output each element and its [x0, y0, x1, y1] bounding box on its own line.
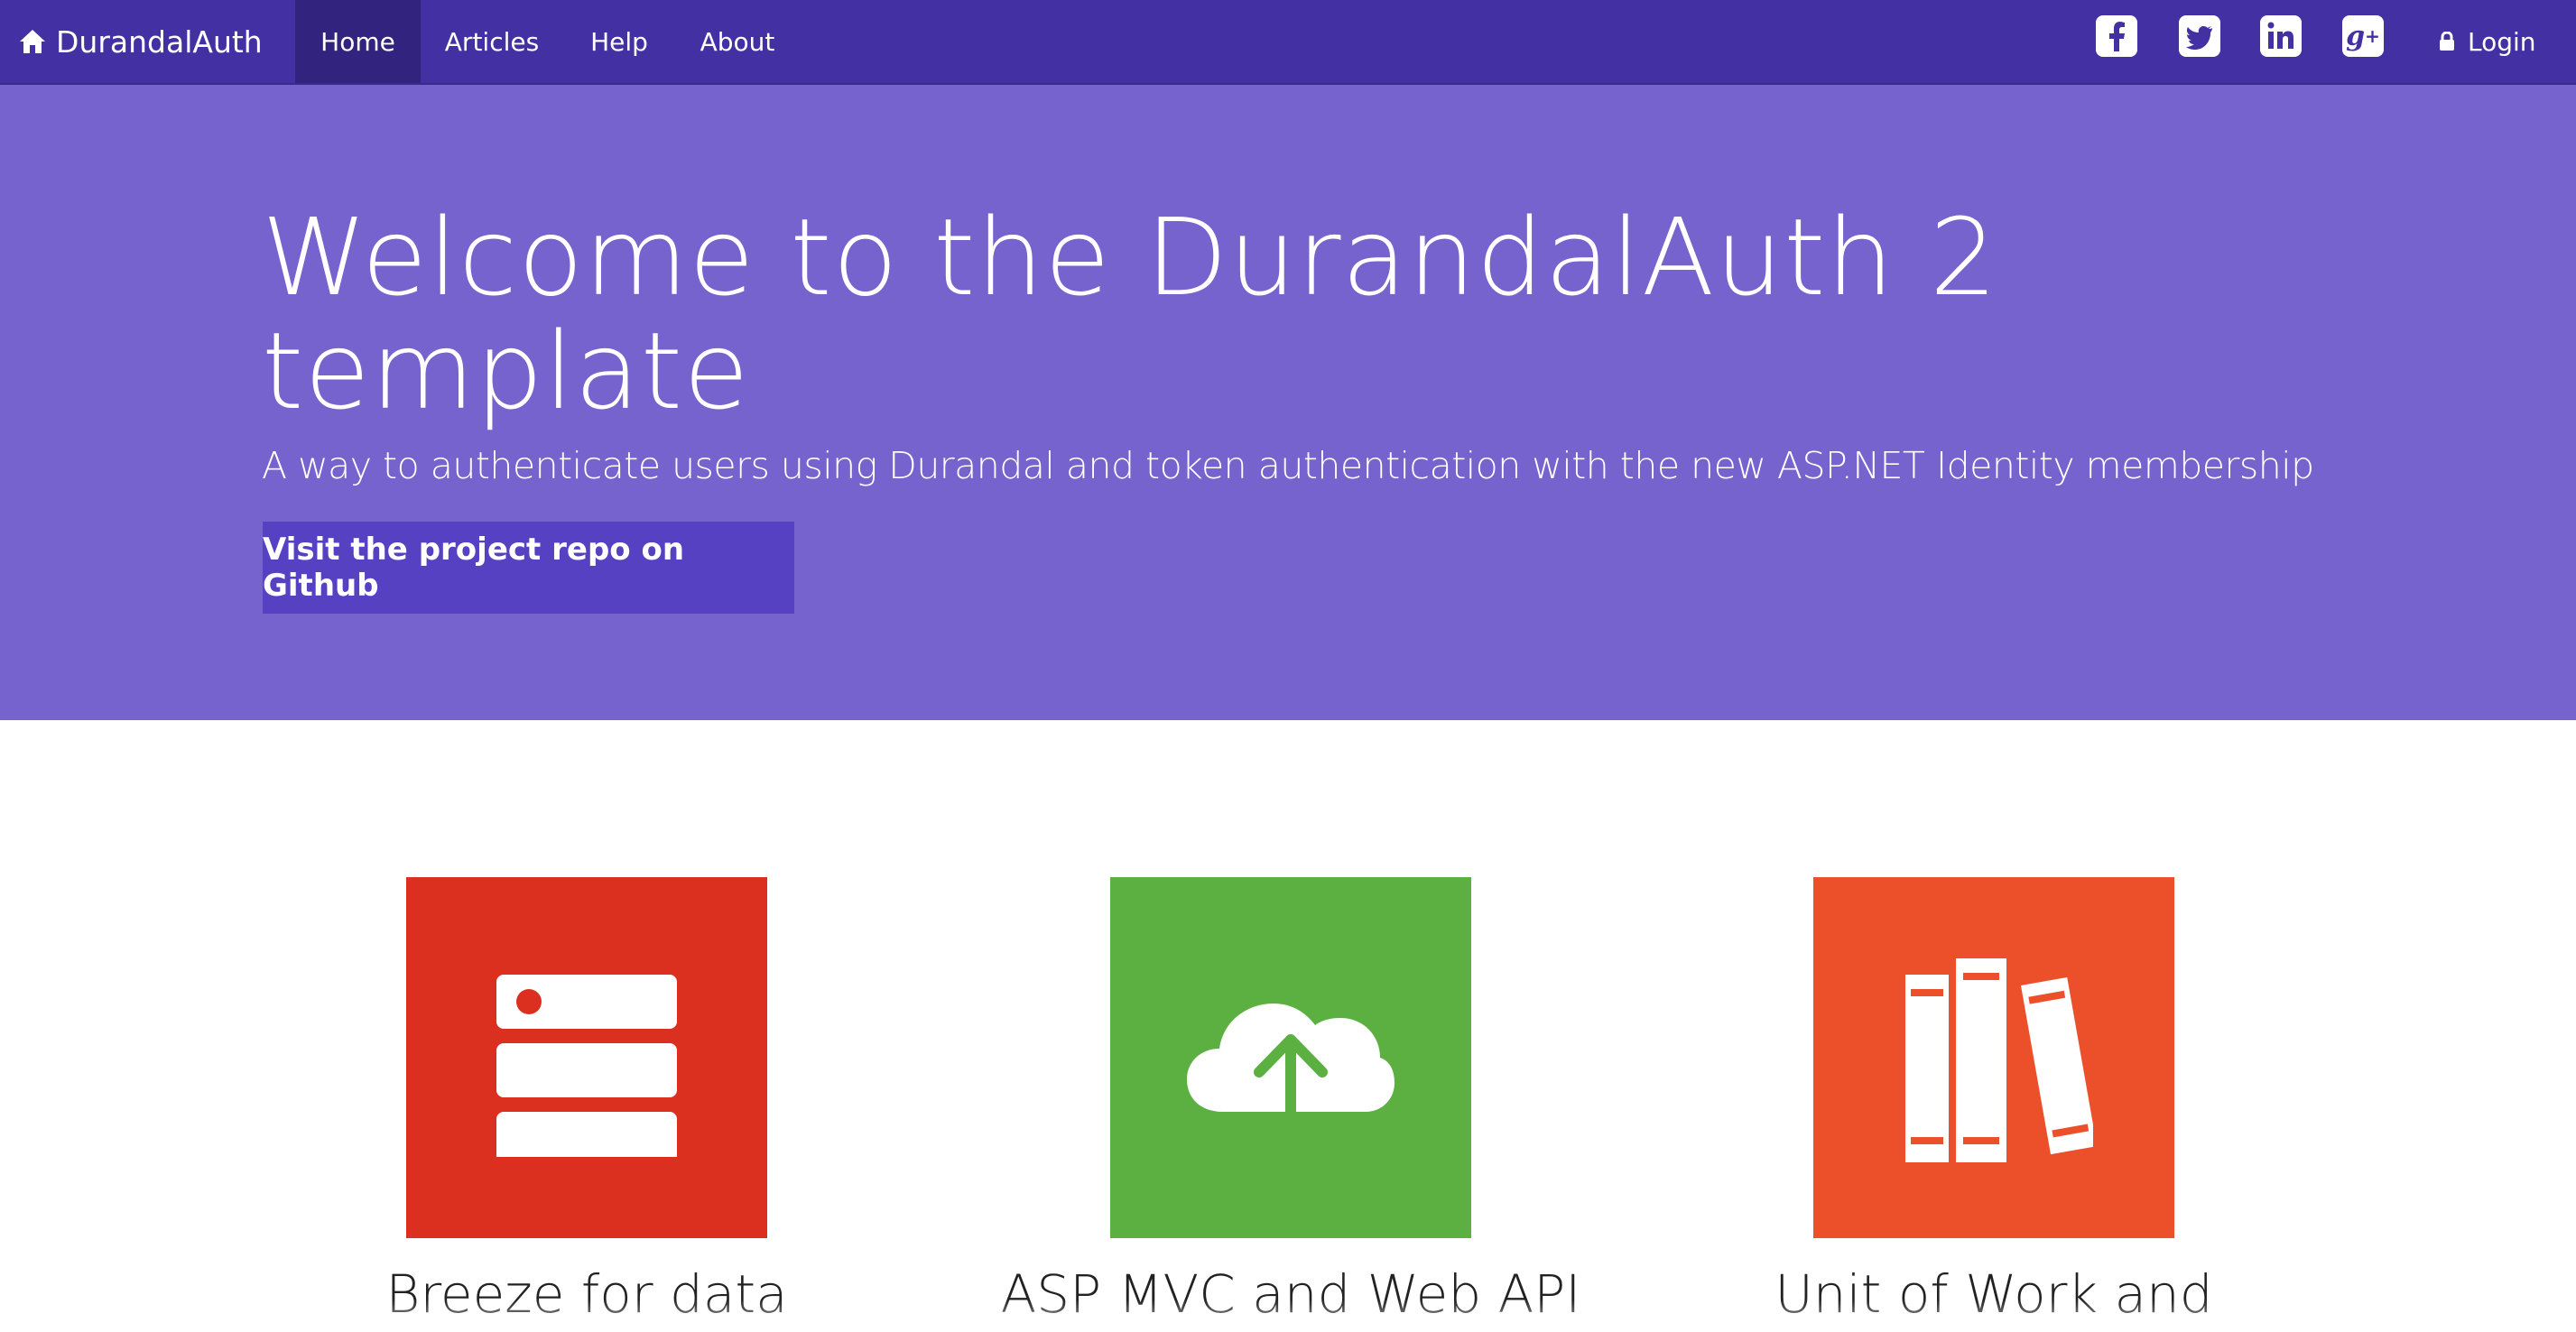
nav-help[interactable]: Help — [572, 0, 666, 83]
hero-title: Welcome to the DurandalAuth 2 template — [262, 195, 1998, 433]
books-icon — [1813, 877, 2174, 1238]
nav-home[interactable]: Home — [295, 0, 421, 83]
google-plus-icon[interactable]: g + — [2342, 15, 2384, 57]
login-link[interactable]: Login — [2439, 0, 2536, 83]
lock-icon — [2440, 32, 2454, 51]
github-repo-button[interactable]: Visit the project repo on Github — [263, 522, 794, 614]
cloud-upload-icon — [1110, 877, 1471, 1238]
top-navbar: DurandalAuth Home Articles Help About g + — [0, 0, 2576, 85]
linkedin-icon[interactable] — [2260, 15, 2302, 57]
hero-jumbotron: Welcome to the DurandalAuth 2 template A… — [0, 85, 2576, 720]
nav-articles-label: Articles — [444, 26, 540, 57]
home-icon — [20, 30, 45, 53]
login-label: Login — [2468, 26, 2536, 57]
nav-articles[interactable]: Articles — [424, 0, 560, 83]
nav-about[interactable]: About — [679, 0, 796, 83]
nav-about-label: About — [700, 26, 775, 57]
facebook-icon[interactable] — [2096, 15, 2137, 57]
brand-link[interactable]: DurandalAuth — [18, 0, 263, 83]
hero-subtitle: A way to authenticate users using Durand… — [262, 444, 2314, 487]
scroll-fade — [0, 1300, 2576, 1332]
nav-home-label: Home — [320, 26, 395, 57]
server-icon — [406, 877, 767, 1238]
nav-help-label: Help — [590, 26, 648, 57]
brand-label: DurandalAuth — [56, 23, 263, 60]
twitter-icon[interactable] — [2179, 15, 2220, 57]
